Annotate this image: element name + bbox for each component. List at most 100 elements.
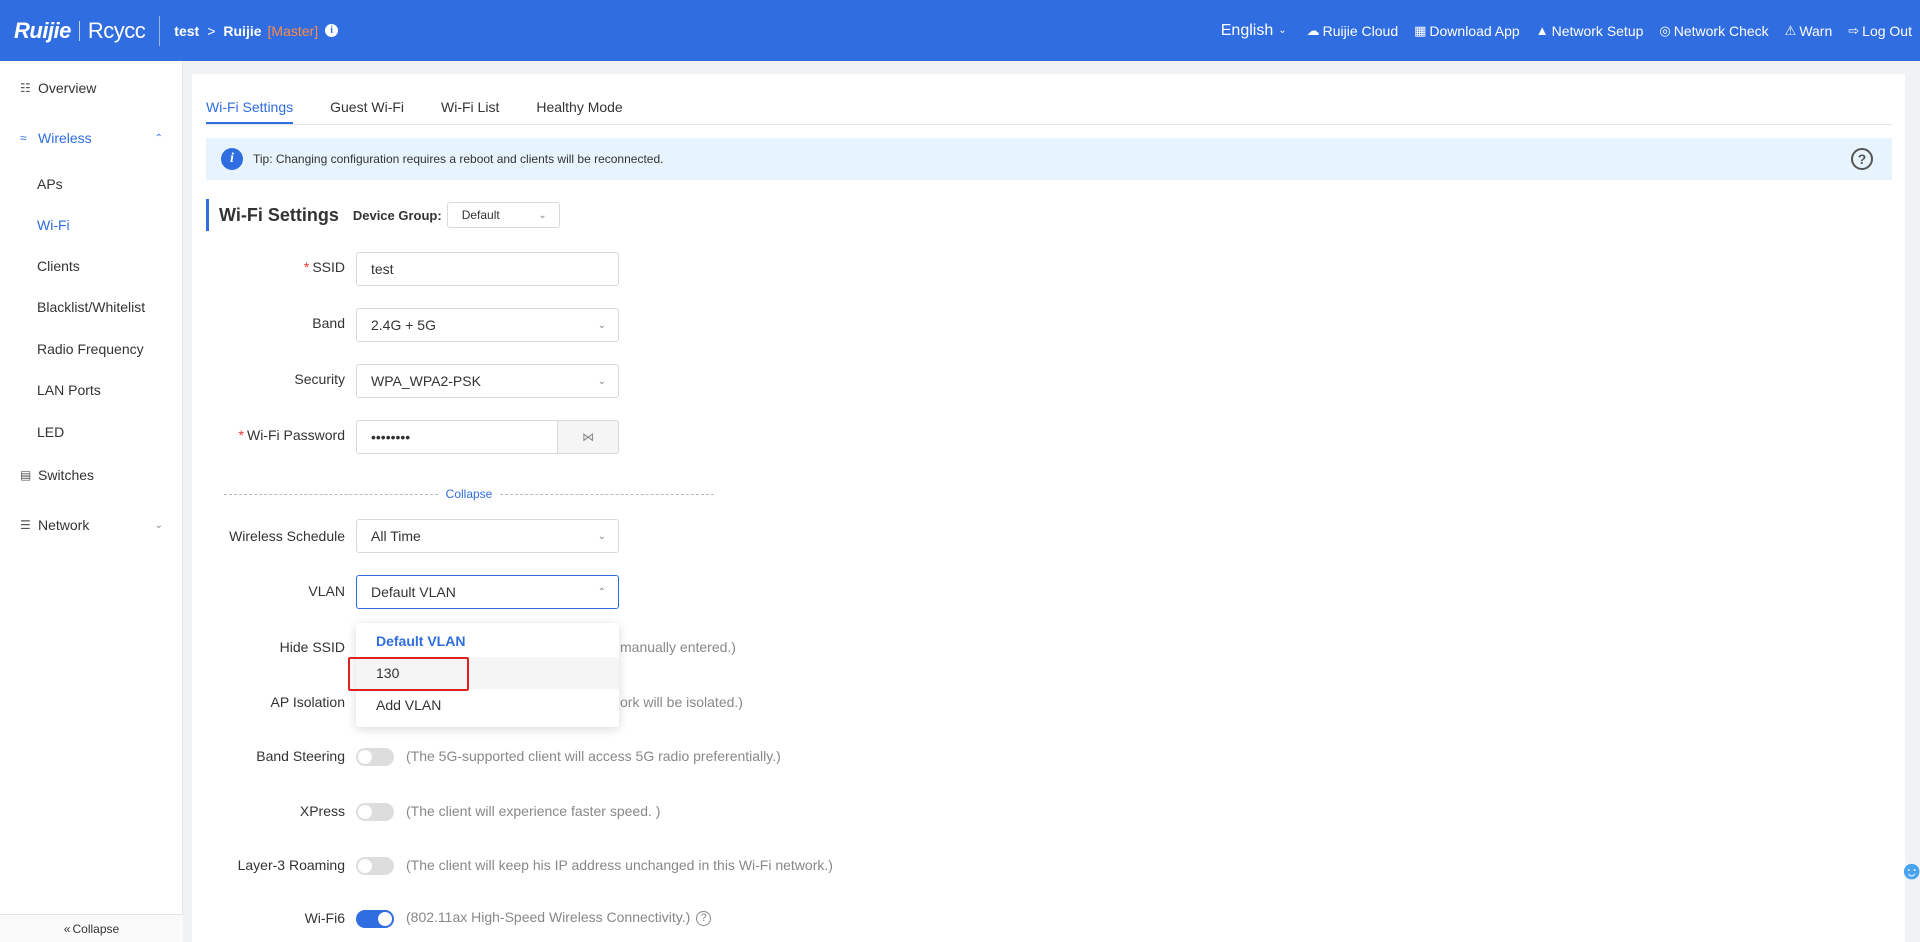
- ssid-label-text: SSID: [312, 259, 345, 275]
- cloud-icon: ☁: [1306, 22, 1320, 38]
- dashed-divider: [224, 493, 438, 495]
- tab-wifi-settings[interactable]: Wi-Fi Settings: [206, 96, 294, 124]
- language-select[interactable]: English ⌄: [1221, 22, 1287, 40]
- network-setup-link[interactable]: ▲ Network Setup: [1536, 23, 1644, 39]
- warn-link[interactable]: ⚠ Warn: [1785, 23, 1833, 39]
- schedule-select[interactable]: All Time ⌄: [356, 519, 619, 553]
- logout-icon: ⇨: [1848, 22, 1860, 38]
- header-divider: [159, 15, 161, 46]
- sidebar-item-label: Blacklist/Whitelist: [37, 299, 146, 315]
- logo: Ruijie Rcycc: [14, 0, 146, 61]
- tab-underline: [206, 124, 1892, 125]
- password-value: ••••••••: [371, 429, 411, 445]
- eye-closed-icon: ⋈: [582, 430, 594, 444]
- topology-icon: ☷: [20, 81, 31, 95]
- sidebar-item-wireless[interactable]: ≈ Wireless ⌃: [0, 127, 183, 149]
- sidebar-item-label: Wi-Fi: [37, 217, 70, 233]
- security-label: Security: [294, 371, 345, 387]
- section-header: Wi-Fi Settings Device Group: Default ⌄: [206, 199, 560, 231]
- xpress-label: XPress: [299, 803, 345, 819]
- password-label: * Wi-Fi Password: [0, 427, 345, 443]
- sidebar-item-label: Wireless: [38, 130, 92, 146]
- device-group-select[interactable]: Default ⌄: [446, 202, 560, 228]
- logout-link[interactable]: ⇨ Log Out: [1848, 23, 1912, 39]
- network-check-link[interactable]: ◎ Network Check: [1659, 23, 1768, 39]
- sidebar-item-label: APs: [37, 176, 63, 192]
- ruijie-cloud-link[interactable]: ☁ Ruijie Cloud: [1307, 23, 1398, 39]
- vlan-option-add[interactable]: Add VLAN: [356, 689, 619, 721]
- sidebar-item-overview[interactable]: ☷ Overview: [0, 77, 183, 99]
- band-steering-toggle[interactable]: [356, 748, 394, 766]
- band-steering-label: Band Steering: [256, 748, 345, 764]
- logo-rcycc: Rcycc: [87, 17, 146, 43]
- help-icon[interactable]: ?: [1851, 148, 1873, 170]
- collapse-link[interactable]: Collapse: [446, 487, 493, 501]
- assistant-icon[interactable]: ☻: [1898, 855, 1920, 899]
- band-label: Band: [312, 315, 345, 331]
- download-app-link[interactable]: ▦ Download App: [1414, 23, 1520, 39]
- required-mark: *: [303, 259, 310, 275]
- chevron-down-icon: ⌄: [597, 375, 606, 387]
- top-bar: Ruijie Rcycc test > Ruijie [Master] i En…: [0, 0, 1920, 61]
- logo-ruijie: Ruijie: [14, 17, 71, 43]
- band-select[interactable]: 2.4G + 5G ⌄: [356, 308, 619, 342]
- sidebar-item-label: Radio Frequency: [37, 341, 144, 357]
- chevron-down-icon: ⌄: [1278, 25, 1287, 36]
- tab-bar: Wi-Fi Settings Guest Wi-Fi Wi-Fi List He…: [206, 96, 660, 124]
- device-group-label: Device Group:: [352, 207, 442, 223]
- wifi6-label: Wi-Fi6: [304, 910, 345, 926]
- security-value: WPA_WPA2-PSK: [371, 373, 481, 389]
- network-setup-icon: ▲: [1535, 23, 1549, 38]
- wifi6-hint-wrap: (802.11ax High-Speed Wireless Connectivi…: [406, 909, 712, 926]
- hide-ssid-label: Hide SSID: [279, 639, 345, 655]
- tip-banner: i Tip: Changing configuration requires a…: [206, 138, 1892, 180]
- vlan-select[interactable]: Default VLAN ⌃: [356, 575, 619, 609]
- schedule-label: Wireless Schedule: [229, 528, 345, 544]
- chevron-up-icon: ⌃: [597, 586, 606, 598]
- vlan-option-default[interactable]: Default VLAN: [356, 625, 619, 657]
- warn-icon: ⚠: [1784, 22, 1797, 38]
- security-select[interactable]: WPA_WPA2-PSK ⌄: [356, 364, 619, 398]
- tab-wifi-list[interactable]: Wi-Fi List: [441, 96, 499, 124]
- sidebar-item-label: Overview: [38, 80, 97, 96]
- chevron-down-icon: ⌄: [597, 319, 606, 331]
- vlan-label: VLAN: [308, 583, 345, 599]
- header-links: English ⌄ ☁ Ruijie Cloud ▦ Download App …: [1205, 22, 1912, 40]
- info-icon[interactable]: i: [325, 24, 339, 37]
- sidebar-item-switches[interactable]: ▤ Switches: [0, 464, 183, 486]
- ap-isolation-label: AP Isolation: [270, 694, 345, 710]
- wifi6-hint: (802.11ax High-Speed Wireless Connectivi…: [406, 909, 691, 925]
- required-mark: *: [238, 427, 244, 443]
- info-icon: i: [221, 148, 243, 170]
- tab-healthy-mode[interactable]: Healthy Mode: [536, 96, 622, 124]
- network-check-icon: ◎: [1659, 22, 1671, 38]
- qr-code-icon: ▦: [1414, 22, 1427, 38]
- wifi6-toggle[interactable]: [356, 910, 394, 928]
- tab-guest-wifi[interactable]: Guest Wi-Fi: [330, 96, 404, 124]
- xpress-hint: (The client will experience faster speed…: [406, 803, 661, 819]
- wifi-icon: ≈: [20, 131, 27, 145]
- network-check-label: Network Check: [1673, 22, 1769, 39]
- advanced-collapse: Collapse: [224, 487, 715, 501]
- sidebar-item-wifi[interactable]: Wi-Fi: [0, 215, 183, 235]
- ruijie-cloud-label: Ruijie Cloud: [1322, 22, 1399, 39]
- sidebar-item-radio-frequency[interactable]: Radio Frequency: [0, 339, 183, 359]
- sidebar-item-label: Switches: [38, 467, 95, 483]
- device-group-value: Default: [461, 208, 500, 222]
- sidebar-item-aps[interactable]: APs: [0, 174, 183, 194]
- breadcrumb-separator: >: [207, 22, 216, 39]
- ssid-input[interactable]: test: [356, 252, 619, 286]
- highlight-box: [348, 657, 469, 691]
- password-input[interactable]: ••••••••: [356, 420, 558, 454]
- breadcrumb-project[interactable]: test: [174, 23, 199, 39]
- toggle-password-visibility-button[interactable]: ⋈: [557, 420, 619, 454]
- help-icon[interactable]: ?: [696, 910, 712, 926]
- xpress-toggle[interactable]: [356, 803, 394, 821]
- hide-ssid-hint: manually entered.): [620, 639, 736, 655]
- roaming-toggle[interactable]: [356, 857, 394, 875]
- band-value: 2.4G + 5G: [371, 317, 436, 333]
- roaming-label: Layer-3 Roaming: [237, 857, 345, 873]
- breadcrumb: test > Ruijie [Master] i: [174, 22, 339, 39]
- roaming-hint: (The client will keep his IP address unc…: [406, 857, 833, 873]
- sidebar-item-blacklist-whitelist[interactable]: Blacklist/Whitelist: [0, 297, 183, 317]
